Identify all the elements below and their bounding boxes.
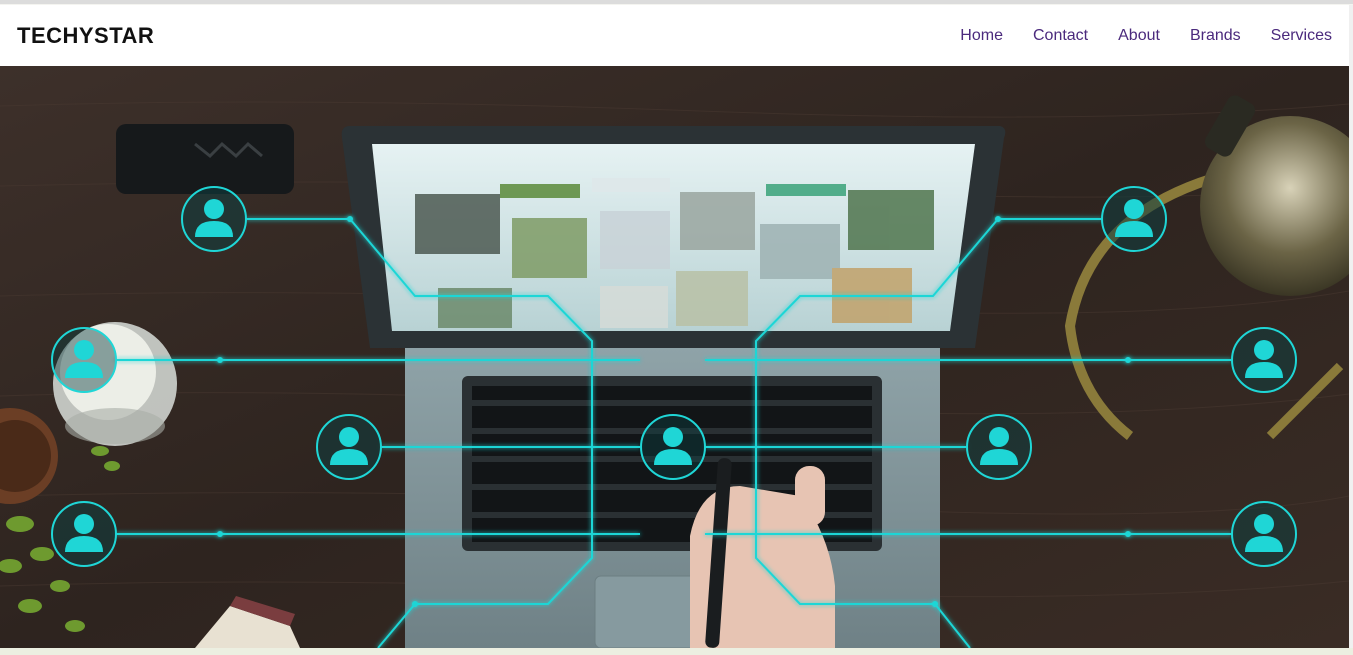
hero-banner [0,66,1349,648]
top-border [0,0,1353,4]
user-icon [181,186,247,252]
user-icon [51,501,117,567]
user-icon [1101,186,1167,252]
user-icon [316,414,382,480]
navbar: TECHYSTAR Home Contact About Brands Serv… [0,5,1349,66]
user-icon [51,327,117,393]
user-icon [640,414,706,480]
brand-logo[interactable]: TECHYSTAR [17,23,154,49]
page-scrollbar[interactable] [1349,5,1353,655]
user-icon [1231,327,1297,393]
laptop [341,126,1006,648]
nav-menu: Home Contact About Brands Services [930,27,1332,45]
user-icon [966,414,1032,480]
nav-link-services[interactable]: Services [1271,27,1332,45]
bottom-strip [0,648,1353,655]
nav-link-home[interactable]: Home [960,27,1003,45]
nav-link-contact[interactable]: Contact [1033,27,1088,45]
hero-image [0,66,1349,648]
nav-link-about[interactable]: About [1118,27,1160,45]
user-icon [1231,501,1297,567]
nav-link-brands[interactable]: Brands [1190,27,1241,45]
speaker [116,124,294,194]
